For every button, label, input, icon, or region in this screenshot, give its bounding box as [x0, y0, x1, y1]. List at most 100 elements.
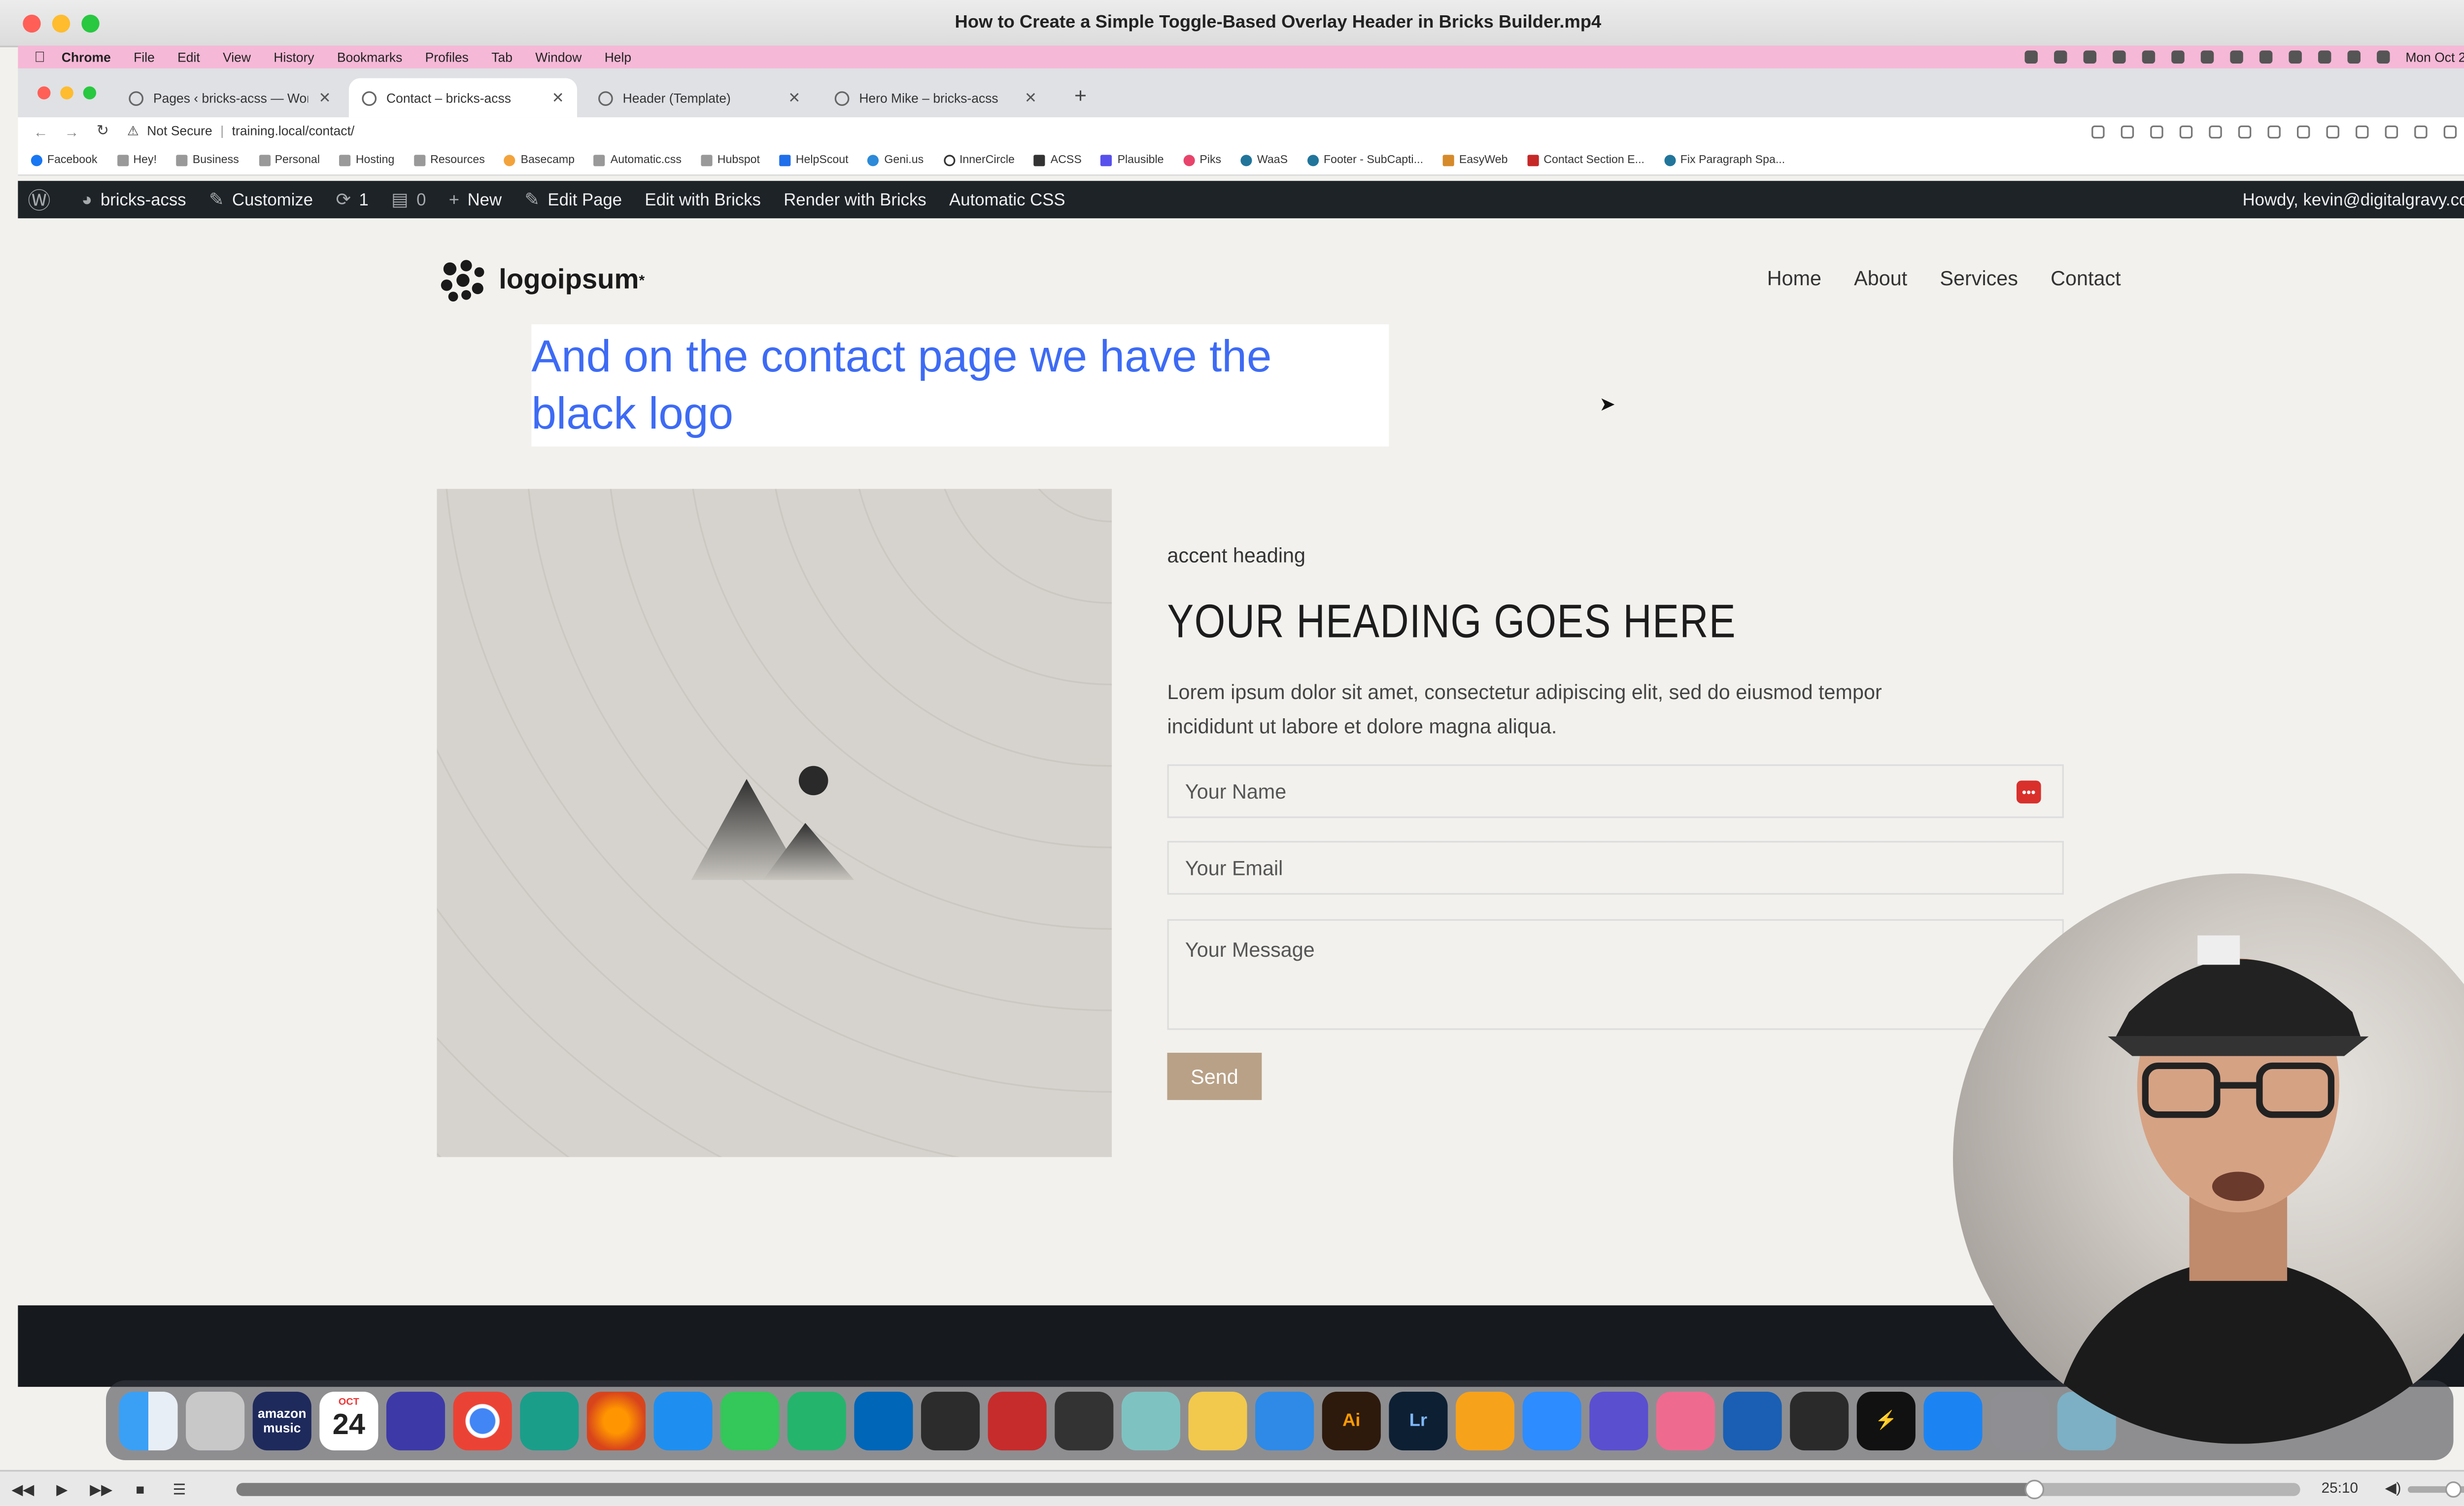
extension-icon[interactable] — [2209, 125, 2222, 138]
status-icon[interactable] — [2229, 50, 2243, 64]
amazon-music-icon[interactable]: amazon music — [252, 1391, 311, 1450]
menu-app-name[interactable]: Chrome — [62, 50, 111, 65]
bookmark-item[interactable]: Footer - SubCapti... — [1307, 154, 1423, 166]
lightroom-icon[interactable]: Lr — [1389, 1391, 1448, 1450]
messages-icon[interactable] — [720, 1391, 780, 1450]
final-cut-icon[interactable] — [1055, 1391, 1114, 1450]
wp-customize-link[interactable]: ✎ Customize — [209, 189, 313, 210]
wp-acss-link[interactable]: Automatic CSS — [949, 190, 1065, 209]
bookmark-item[interactable]: Fix Paragraph Spa... — [1664, 154, 1785, 166]
extension-icon[interactable] — [2267, 125, 2281, 138]
zoom-icon[interactable] — [2091, 125, 2105, 138]
nav-home[interactable]: Home — [1767, 268, 1821, 290]
close-tab-icon[interactable]: ✕ — [1025, 89, 1037, 106]
rewind-icon[interactable]: ◀◀ — [6, 1480, 39, 1498]
pages-icon[interactable] — [1456, 1391, 1515, 1450]
wp-howdy[interactable]: Howdy, kevin@digitalgravy.co — [2243, 190, 2464, 209]
app-icon[interactable] — [1656, 1391, 1715, 1450]
close-tab-icon[interactable]: ✕ — [788, 89, 800, 106]
wp-site-link[interactable]: ◕ bricks-acss — [81, 190, 186, 209]
new-tab-icon[interactable]: + — [1074, 83, 1087, 108]
progress-knob[interactable] — [2024, 1479, 2044, 1500]
close-window-button[interactable] — [23, 14, 41, 33]
app-icon[interactable] — [1121, 1391, 1180, 1450]
app-store-icon[interactable] — [1923, 1391, 1983, 1450]
wp-edit-page-link[interactable]: ✎ Edit Page — [524, 189, 622, 210]
fast-forward-icon[interactable]: ▶▶ — [85, 1480, 117, 1498]
star-icon[interactable] — [2150, 125, 2163, 138]
wp-edit-bricks-link[interactable]: Edit with Bricks — [645, 190, 760, 209]
bookmark-item[interactable]: Hosting — [339, 154, 394, 166]
bookmark-item[interactable]: InnerCircle — [943, 154, 1015, 166]
app-icon[interactable] — [787, 1391, 846, 1450]
figma-icon[interactable] — [921, 1391, 980, 1450]
bookmark-item[interactable]: Plausible — [1101, 154, 1164, 166]
browser-close-button[interactable] — [37, 86, 51, 100]
status-icon[interactable] — [2288, 50, 2301, 64]
bolt-icon[interactable]: ⚡ — [1856, 1391, 1916, 1450]
status-icon[interactable] — [2024, 50, 2037, 64]
bookmark-item[interactable]: WaaS — [1240, 154, 1288, 166]
wp-comments-link[interactable]: ▤ 0 — [391, 189, 426, 210]
menu-profiles[interactable]: Profiles — [425, 50, 469, 65]
minimize-window-button[interactable] — [52, 14, 70, 33]
status-icon[interactable] — [2112, 50, 2125, 64]
volume-slider[interactable] — [2407, 1481, 2464, 1498]
illustrator-icon[interactable]: Ai — [1322, 1391, 1381, 1450]
share-icon[interactable] — [2121, 125, 2134, 138]
screen-recorder-icon[interactable] — [988, 1391, 1047, 1450]
send-button[interactable]: Send — [1167, 1052, 1262, 1100]
site-logo[interactable]: logoipsum * — [440, 259, 645, 301]
keynote-icon[interactable] — [1255, 1391, 1314, 1450]
extension-icon[interactable] — [2356, 125, 2369, 138]
bookmark-item[interactable]: Basecamp — [504, 154, 575, 166]
menu-help[interactable]: Help — [605, 50, 631, 65]
browser-minimize-button[interactable] — [60, 86, 73, 100]
bookmark-item[interactable]: Piks — [1183, 154, 1221, 166]
firefox-icon[interactable] — [586, 1391, 646, 1450]
app-icon[interactable] — [1188, 1391, 1247, 1450]
app-icon[interactable] — [520, 1391, 579, 1450]
extension-icon[interactable] — [2238, 125, 2252, 138]
browser-zoom-button[interactable] — [83, 86, 97, 100]
menu-edit[interactable]: Edit — [177, 50, 200, 65]
wp-render-bricks-link[interactable]: Render with Bricks — [784, 190, 926, 209]
extension-icon[interactable] — [2296, 125, 2310, 138]
playlist-icon[interactable]: ☰ — [163, 1480, 196, 1498]
bookmark-item[interactable]: Hubspot — [701, 154, 760, 166]
menu-window[interactable]: Window — [535, 50, 582, 65]
message-field[interactable]: Your Message — [1167, 919, 2064, 1030]
warning-icon[interactable]: ⚠ — [127, 124, 139, 138]
password-manager-icon[interactable]: ••• — [2016, 780, 2041, 803]
menu-history[interactable]: History — [274, 50, 314, 65]
volume-icon[interactable]: ◀) — [2385, 1480, 2401, 1498]
forward-icon[interactable]: → — [64, 123, 80, 139]
bookmark-item[interactable]: EasyWeb — [1442, 154, 1508, 166]
extension-icon[interactable] — [2179, 125, 2193, 138]
status-icon[interactable] — [2200, 50, 2214, 64]
bookmark-item[interactable]: Facebook — [31, 154, 98, 166]
search-icon[interactable] — [2347, 50, 2360, 64]
playback-progress[interactable] — [236, 1479, 2300, 1500]
nav-services[interactable]: Services — [1940, 268, 2018, 290]
tab-header-template[interactable]: Header (Template) ✕ — [585, 78, 814, 117]
app-icon[interactable] — [1790, 1391, 1849, 1450]
menu-bookmarks[interactable]: Bookmarks — [337, 50, 402, 65]
bookmark-item[interactable]: Resources — [414, 154, 485, 166]
bookmark-item[interactable]: Personal — [258, 154, 320, 166]
status-icon[interactable] — [2259, 50, 2272, 64]
bookmark-item[interactable]: Contact Section E... — [1527, 154, 1644, 166]
finder-icon[interactable] — [119, 1391, 178, 1450]
nav-about[interactable]: About — [1854, 268, 1907, 290]
menu-tab[interactable]: Tab — [491, 50, 513, 65]
calendar-icon[interactable]: OCT 24 — [319, 1391, 378, 1450]
close-tab-icon[interactable]: ✕ — [552, 89, 564, 106]
menu-file[interactable]: File — [134, 50, 155, 65]
extension-icon[interactable] — [2385, 125, 2398, 138]
status-icon[interactable] — [2171, 50, 2184, 64]
menu-clock[interactable]: Mon Oct 24 4:41 PM — [2405, 50, 2464, 65]
tab-pages[interactable]: Pages ‹ bricks-acss — WordPress ✕ — [116, 78, 344, 117]
status-icon[interactable] — [2053, 50, 2067, 64]
play-icon[interactable]: ▶ — [46, 1480, 78, 1498]
zoom-icon[interactable] — [1522, 1391, 1581, 1450]
